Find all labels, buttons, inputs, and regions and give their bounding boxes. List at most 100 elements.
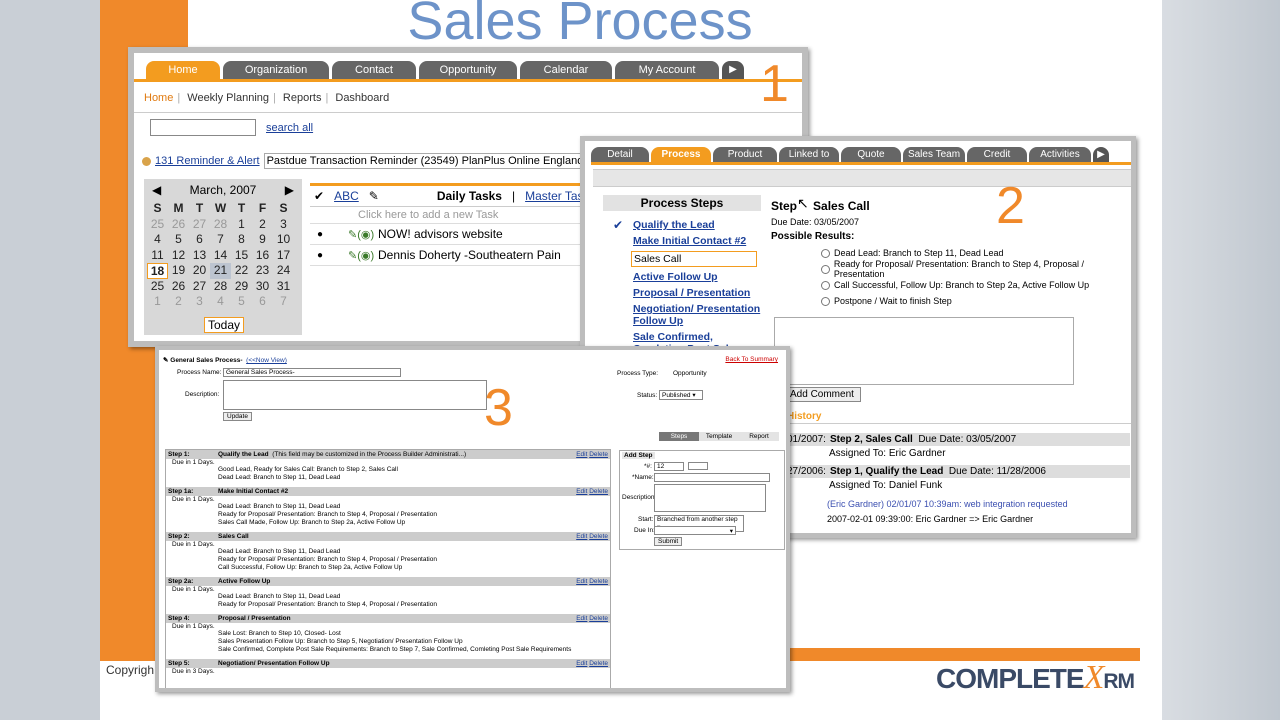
- next-month-icon[interactable]: ▶: [285, 183, 294, 197]
- cal-day[interactable]: 24: [273, 263, 294, 279]
- step-suffix-input[interactable]: [688, 462, 708, 470]
- step-link[interactable]: Make Initial Contact #2: [633, 235, 763, 247]
- delete-link[interactable]: Delete: [589, 488, 608, 495]
- edit-link[interactable]: Edit: [576, 488, 587, 495]
- cal-day[interactable]: 6: [252, 294, 273, 310]
- step-link[interactable]: Active Follow Up: [633, 271, 763, 283]
- result-option[interactable]: Call Successful, Follow Up: Branch to St…: [821, 277, 1131, 293]
- delete-link[interactable]: Delete: [589, 451, 608, 458]
- cal-day[interactable]: 16: [252, 248, 273, 264]
- cal-day[interactable]: 14: [210, 248, 231, 264]
- cal-day[interactable]: 6: [189, 232, 210, 248]
- comment-textarea[interactable]: [774, 317, 1074, 385]
- radio-button[interactable]: [821, 280, 830, 290]
- step-name-input[interactable]: [654, 473, 770, 482]
- cal-day[interactable]: 12: [168, 248, 189, 264]
- cal-day[interactable]: 5: [168, 232, 189, 248]
- cal-day[interactable]: 2: [252, 217, 273, 233]
- cal-day[interactable]: 7: [273, 294, 294, 310]
- tab-product[interactable]: Product: [713, 147, 777, 162]
- result-option[interactable]: Ready for Proposal/ Presentation: Branch…: [821, 259, 1131, 279]
- cal-day[interactable]: 11: [147, 248, 168, 264]
- delete-link[interactable]: Delete: [589, 578, 608, 585]
- task-status-icon[interactable]: ✎(◉): [348, 249, 374, 262]
- tab-scroll-right-icon[interactable]: ▶: [1093, 147, 1109, 162]
- tab-scroll-right-icon[interactable]: ▶: [722, 61, 744, 79]
- edit-link[interactable]: Edit: [576, 533, 587, 540]
- radio-button[interactable]: [821, 264, 830, 274]
- delete-link[interactable]: Delete: [589, 660, 608, 667]
- tab-calendar[interactable]: Calendar: [520, 61, 612, 79]
- tab-my-account[interactable]: My Account: [615, 61, 719, 79]
- cal-day[interactable]: 26: [168, 217, 189, 233]
- tab-activities[interactable]: Activities: [1029, 147, 1091, 162]
- status-select[interactable]: Published ▾: [659, 390, 703, 400]
- cal-day[interactable]: 3: [189, 294, 210, 310]
- tab-template[interactable]: Template: [699, 432, 739, 441]
- cal-day[interactable]: 25: [147, 279, 168, 295]
- cal-day[interactable]: 22: [231, 263, 252, 279]
- cal-day[interactable]: 31: [273, 279, 294, 295]
- cal-day[interactable]: 9: [252, 232, 273, 248]
- subnav-home[interactable]: Home: [144, 92, 173, 104]
- step-link[interactable]: Negotiation/ Presentation Follow Up: [633, 303, 763, 327]
- radio-button[interactable]: [821, 248, 830, 258]
- abc-sort-link[interactable]: ABC: [334, 189, 359, 203]
- edit-link[interactable]: Edit: [576, 660, 587, 667]
- today-button[interactable]: Today: [204, 317, 245, 333]
- delete-link[interactable]: Delete: [589, 533, 608, 540]
- cal-day[interactable]: 15: [231, 248, 252, 264]
- step-description-input[interactable]: [654, 484, 766, 512]
- tab-contact[interactable]: Contact: [332, 61, 416, 79]
- cal-day[interactable]: 26: [168, 279, 189, 295]
- tab-history[interactable]: History: [787, 411, 821, 422]
- tab-steps[interactable]: Steps: [659, 432, 699, 441]
- cal-day[interactable]: 23: [252, 263, 273, 279]
- cal-day[interactable]: 3: [273, 217, 294, 233]
- step-number-input[interactable]: 12: [654, 462, 684, 471]
- tab-credit[interactable]: Credit: [967, 147, 1027, 162]
- tab-quote[interactable]: Quote: [841, 147, 901, 162]
- reminder-link[interactable]: 131 Reminder & Alert: [155, 155, 260, 167]
- description-input[interactable]: [223, 380, 487, 410]
- cal-day[interactable]: 20: [189, 263, 210, 279]
- process-name-input[interactable]: General Sales Process-: [223, 368, 401, 377]
- cal-day-selected[interactable]: 21: [210, 263, 231, 279]
- cal-day[interactable]: 17: [273, 248, 294, 264]
- cal-day[interactable]: 7: [210, 232, 231, 248]
- tab-home[interactable]: Home: [146, 61, 220, 79]
- cal-day[interactable]: 4: [147, 232, 168, 248]
- step-due-select[interactable]: ▾: [654, 526, 736, 535]
- add-comment-button[interactable]: Add Comment: [783, 387, 861, 402]
- tab-organization[interactable]: Organization: [223, 61, 329, 79]
- reminder-field[interactable]: Pastdue Transaction Reminder (23549) Pla…: [263, 153, 608, 169]
- step-link[interactable]: Qualify the Lead: [633, 219, 763, 231]
- cal-day[interactable]: 4: [210, 294, 231, 310]
- cal-day[interactable]: 28: [210, 217, 231, 233]
- task-status-icon[interactable]: ✎(◉): [348, 228, 374, 241]
- cal-day[interactable]: 1: [231, 217, 252, 233]
- edit-link[interactable]: Edit: [576, 615, 587, 622]
- tab-opportunity[interactable]: Opportunity: [419, 61, 517, 79]
- prev-month-icon[interactable]: ◀: [152, 183, 161, 197]
- search-input[interactable]: [150, 119, 256, 136]
- result-option[interactable]: Postpone / Wait to finish Step: [821, 293, 1131, 309]
- back-to-summary-link[interactable]: Back To Summary: [725, 356, 778, 363]
- cal-day[interactable]: 30: [252, 279, 273, 295]
- cal-day[interactable]: 5: [231, 294, 252, 310]
- tab-linked-to[interactable]: Linked to: [779, 147, 839, 162]
- cal-day[interactable]: 8: [231, 232, 252, 248]
- cal-day[interactable]: 2: [168, 294, 189, 310]
- submit-button[interactable]: Submit: [654, 537, 683, 546]
- step-link[interactable]: Proposal / Presentation: [633, 287, 763, 299]
- check-icon[interactable]: ✔: [314, 189, 324, 203]
- cal-day[interactable]: 1: [147, 294, 168, 310]
- cal-day[interactable]: 27: [189, 217, 210, 233]
- tab-detail[interactable]: Detail: [591, 147, 649, 162]
- tab-sales-team[interactable]: Sales Team: [903, 147, 965, 162]
- cal-day[interactable]: 29: [231, 279, 252, 295]
- cal-day[interactable]: 25: [147, 217, 168, 233]
- cal-day-today[interactable]: 18: [147, 263, 168, 279]
- cal-day[interactable]: 19: [168, 263, 189, 279]
- edit-link[interactable]: Edit: [576, 578, 587, 585]
